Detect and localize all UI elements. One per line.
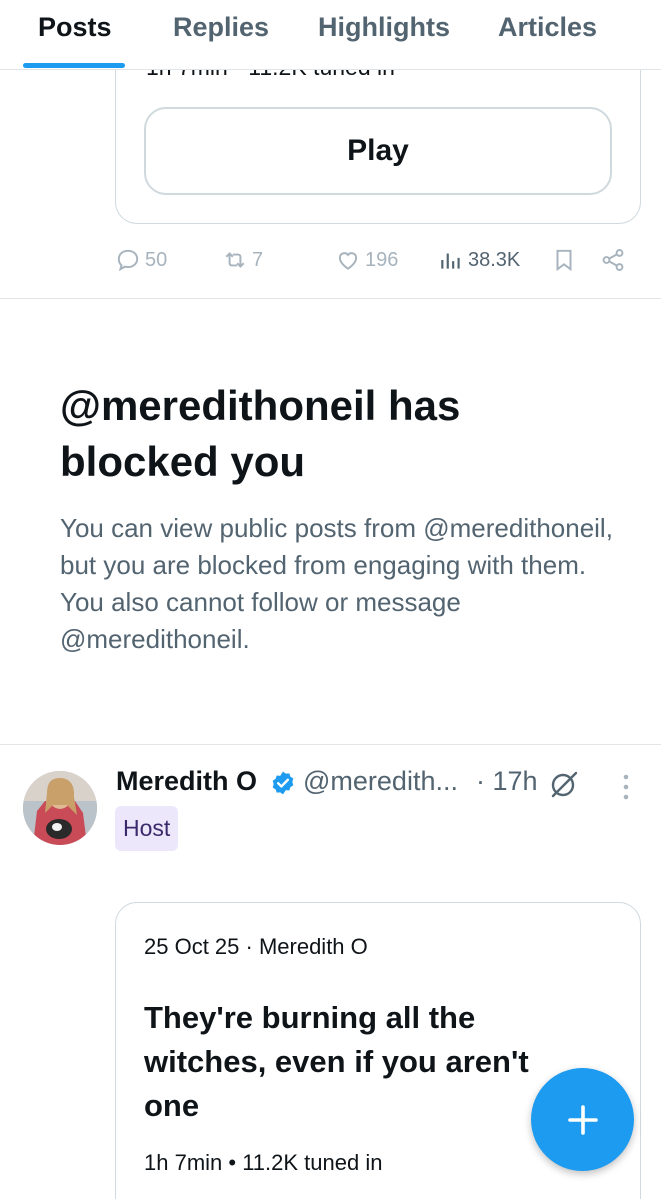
play-button[interactable]: Play [144, 107, 612, 195]
author-handle[interactable]: @meredith... [303, 766, 458, 797]
repost-icon [225, 252, 245, 268]
grok-icon[interactable] [548, 768, 580, 800]
tab-replies[interactable]: Replies [173, 0, 269, 70]
share-button[interactable] [600, 240, 626, 280]
like-button[interactable]: 196 [335, 240, 398, 280]
tab-articles[interactable]: Articles [498, 0, 597, 70]
views-icon [441, 253, 460, 269]
reply-icon [117, 249, 139, 272]
space-date: 25 Oct 25 [144, 934, 240, 959]
reply-button[interactable]: 50 [115, 240, 167, 280]
views-button[interactable]: 38.3K [438, 240, 520, 280]
tab-posts[interactable]: Posts [38, 0, 112, 70]
profile-tabs: Posts Replies Highlights Articles [0, 0, 661, 70]
compose-plus-icon [567, 1104, 598, 1135]
avatar[interactable] [23, 771, 97, 845]
space-host: Meredith O [258, 934, 368, 959]
author-name[interactable]: Meredith O [116, 766, 257, 797]
verified-icon [272, 771, 294, 795]
share-icon [602, 249, 624, 271]
space-stats: 1h 7min • 11.2K tuned in [144, 1150, 383, 1175]
more-icon[interactable] [614, 772, 638, 802]
bookmark-icon [556, 249, 572, 272]
divider [0, 298, 661, 299]
host-badge: Host [115, 806, 179, 851]
post-actions: 50 7 196 38.3K [115, 240, 635, 280]
blocked-title: @meredithoneil has blocked you [60, 382, 461, 485]
tab-highlights[interactable]: Highlights [318, 0, 450, 70]
avatar-photo [23, 771, 97, 845]
divider [0, 744, 661, 745]
bookmark-button[interactable] [551, 240, 577, 280]
like-icon [338, 252, 358, 270]
repost-button[interactable]: 7 [222, 240, 263, 280]
space-title: They're burning all the witches, even if… [144, 1000, 529, 1123]
active-tab-indicator [23, 63, 125, 68]
blocked-description: You can view public posts from @meredith… [60, 513, 613, 654]
post-time[interactable]: · 17h [476, 766, 538, 797]
space-meta: 25 Oct 25 · Meredith O [144, 934, 368, 959]
compose-button[interactable] [531, 1068, 634, 1171]
